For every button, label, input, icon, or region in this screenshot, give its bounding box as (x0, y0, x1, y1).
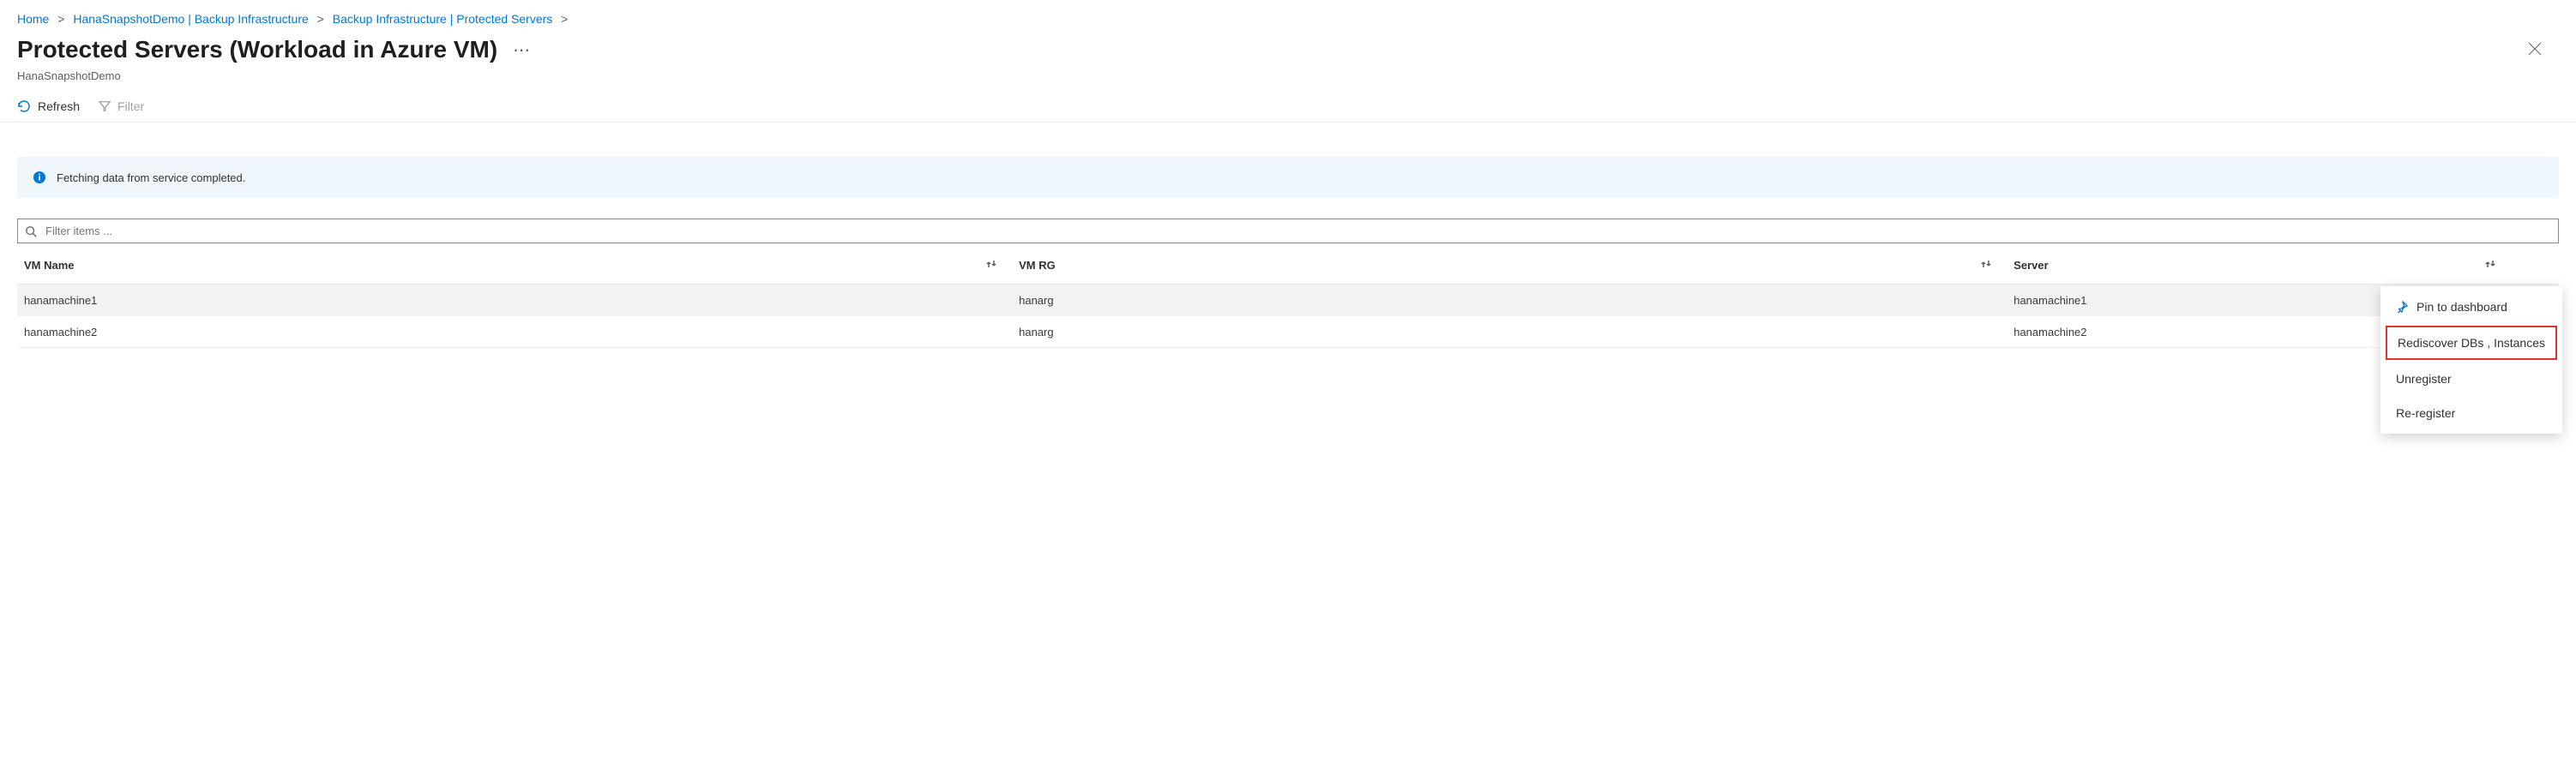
table-row[interactable]: hanamachine2 hanarg hanamachine2 ⋯ (17, 316, 2559, 348)
page-subtitle: HanaSnapshotDemo (0, 69, 2576, 94)
filter-label: Filter (117, 99, 144, 113)
menu-item-rediscover-label: Rediscover DBs , Instances (2398, 336, 2545, 350)
menu-item-unregister-label: Unregister (2396, 372, 2452, 386)
refresh-label: Refresh (38, 99, 80, 113)
table-wrap: VM Name VM RG Server (17, 247, 2559, 348)
page-header: Protected Servers (Workload in Azure VM)… (0, 31, 2576, 69)
col-header-vm-name[interactable]: VM Name (17, 247, 1012, 285)
title-more-icon[interactable]: ⋯ (513, 39, 532, 61)
col-header-server[interactable]: Server (2007, 247, 2511, 285)
close-button[interactable] (2519, 36, 2550, 66)
pin-icon (2396, 301, 2408, 313)
breadcrumb-item-protected[interactable]: Backup Infrastructure | Protected Server… (333, 12, 553, 26)
info-banner-text: Fetching data from service completed. (57, 171, 245, 184)
menu-item-pin[interactable]: Pin to dashboard (2380, 290, 2562, 324)
filter-icon (99, 100, 111, 112)
cell-vm-name: hanamachine1 (17, 285, 1012, 316)
cell-vm-rg: hanarg (1012, 316, 2007, 348)
menu-item-reregister[interactable]: Re-register (2380, 396, 2562, 430)
page-title: Protected Servers (Workload in Azure VM) (17, 36, 497, 63)
col-header-vm-name-label: VM Name (24, 259, 75, 272)
refresh-button[interactable]: Refresh (17, 99, 80, 113)
breadcrumb-item-home[interactable]: Home (17, 12, 49, 26)
refresh-icon (17, 99, 31, 113)
sort-icon[interactable] (986, 259, 996, 269)
info-banner: Fetching data from service completed. (17, 157, 2559, 198)
col-header-vm-rg-label: VM RG (1019, 259, 1056, 272)
menu-item-rediscover[interactable]: Rediscover DBs , Instances (2386, 326, 2557, 360)
row-context-menu: Pin to dashboard Rediscover DBs , Instan… (2380, 286, 2562, 434)
cell-vm-name: hanamachine2 (17, 316, 1012, 348)
toolbar: Refresh Filter (0, 94, 2576, 123)
table-row[interactable]: hanamachine1 hanarg hanamachine1 ⋯ (17, 285, 2559, 316)
search-icon (25, 225, 37, 237)
col-header-actions (2511, 247, 2559, 285)
menu-item-reregister-label: Re-register (2396, 406, 2455, 420)
filter-button[interactable]: Filter (99, 99, 144, 113)
breadcrumb: Home > HanaSnapshotDemo | Backup Infrast… (0, 0, 2576, 31)
cell-vm-rg: hanarg (1012, 285, 2007, 316)
sort-icon[interactable] (2485, 259, 2495, 269)
breadcrumb-separator: > (57, 12, 64, 26)
col-header-vm-rg[interactable]: VM RG (1012, 247, 2007, 285)
close-icon (2528, 42, 2542, 56)
menu-item-unregister[interactable]: Unregister (2380, 362, 2562, 396)
breadcrumb-separator: > (317, 12, 324, 26)
sort-icon[interactable] (1981, 259, 1991, 269)
filter-input[interactable] (44, 224, 2551, 238)
col-header-server-label: Server (2013, 259, 2048, 272)
filter-input-wrap[interactable] (17, 219, 2559, 243)
breadcrumb-item-demo[interactable]: HanaSnapshotDemo | Backup Infrastructure (73, 12, 308, 26)
info-icon (33, 171, 46, 184)
menu-item-pin-label: Pin to dashboard (2417, 300, 2507, 314)
breadcrumb-separator: > (561, 12, 568, 26)
servers-table: VM Name VM RG Server (17, 247, 2559, 348)
